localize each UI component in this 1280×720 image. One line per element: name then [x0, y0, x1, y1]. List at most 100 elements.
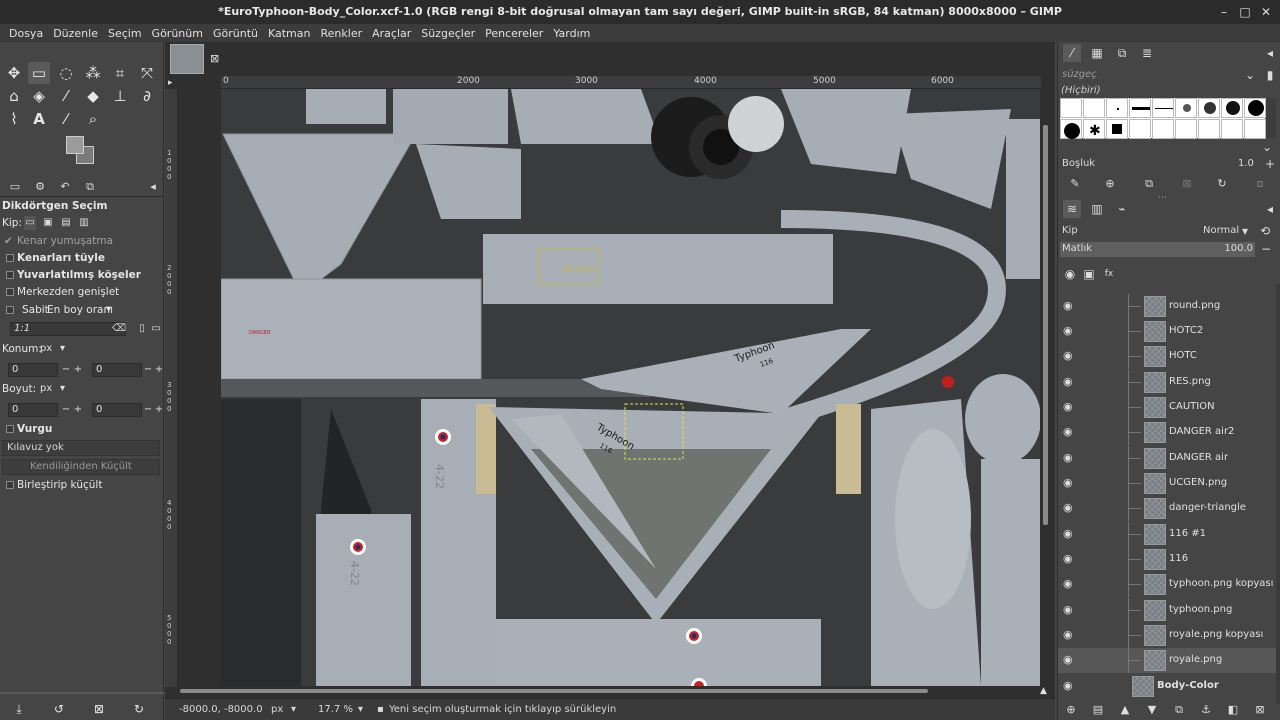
- menu-image[interactable]: Görüntü: [208, 27, 263, 40]
- edit-brush-icon[interactable]: ✎: [1066, 175, 1084, 193]
- navigate-icon[interactable]: ▲: [1040, 686, 1047, 696]
- mode-switch-icon[interactable]: ⟲: [1256, 222, 1274, 240]
- layer-row-selected[interactable]: ◉ royale.png: [1058, 648, 1276, 673]
- layer-row[interactable]: ◉ 116: [1058, 547, 1276, 572]
- new-brush-icon[interactable]: ⊕: [1101, 175, 1119, 193]
- paintbrush-icon[interactable]: ⁄: [55, 85, 77, 107]
- guides-dropdown[interactable]: Kılavuz yok: [2, 440, 160, 456]
- brush-item[interactable]: [1221, 119, 1243, 139]
- layer-row[interactable]: ◉ DANGER air2: [1058, 420, 1276, 445]
- brush-item[interactable]: [1083, 98, 1105, 118]
- paths-tab-icon[interactable]: ⌁: [1113, 200, 1131, 218]
- brush-item[interactable]: [1221, 98, 1243, 118]
- zoom-dropdown[interactable]: 17.7 %: [318, 704, 353, 715]
- mode-intersect-icon[interactable]: ▥: [78, 216, 90, 230]
- lock-icon[interactable]: ▣: [1080, 265, 1098, 283]
- lower-layer-icon[interactable]: ▼: [1143, 701, 1161, 719]
- ruler-corner-icon[interactable]: ▸: [168, 78, 178, 88]
- lasso-tool-icon[interactable]: ◌: [55, 62, 77, 84]
- brush-item[interactable]: [1152, 98, 1174, 118]
- images-tab-icon[interactable]: ⧉: [81, 179, 99, 195]
- expand-center-checkbox[interactable]: [6, 288, 14, 296]
- layer-group-row[interactable]: ◉ Body-Color: [1058, 674, 1276, 699]
- brush-item[interactable]: [1175, 98, 1197, 118]
- close-tab-icon[interactable]: ⊠: [210, 52, 219, 65]
- unit-dropdown[interactable]: px: [271, 704, 283, 715]
- refresh-brushes-icon[interactable]: ↻: [1213, 175, 1231, 193]
- size-h-field[interactable]: 0: [92, 403, 142, 417]
- chevron-down-icon[interactable]: ▾: [291, 704, 296, 715]
- ratio-field[interactable]: 1:1: [10, 322, 126, 336]
- plus-icon[interactable]: +: [72, 403, 84, 417]
- delete-brush-icon[interactable]: ⊠: [1178, 175, 1196, 193]
- opacity-slider[interactable]: Matlık 100.0: [1060, 242, 1255, 257]
- menu-edit[interactable]: Düzenle: [48, 27, 103, 40]
- rounded-checkbox[interactable]: [6, 271, 14, 279]
- smudge-tool-icon[interactable]: ∂: [136, 85, 158, 107]
- chevron-down-icon[interactable]: ⌄: [1241, 66, 1259, 84]
- plus-icon[interactable]: +: [153, 403, 165, 417]
- fx-icon[interactable]: fx: [1100, 265, 1118, 283]
- foreground-color-swatch[interactable]: [66, 136, 84, 154]
- delete-options-icon[interactable]: ⊠: [88, 698, 110, 720]
- crop-tool-icon[interactable]: ⌗: [109, 62, 131, 84]
- antialias-check-icon[interactable]: ✔: [4, 235, 13, 247]
- eye-icon[interactable]: ◉: [1063, 527, 1073, 540]
- transform-tool-icon[interactable]: ⤧: [136, 62, 158, 84]
- position-unit-dropdown[interactable]: px: [40, 342, 52, 356]
- zoom-tool-icon[interactable]: ⌕: [82, 108, 104, 130]
- channels-tab-icon[interactable]: ▥: [1088, 200, 1106, 218]
- clear-icon[interactable]: ⌫: [112, 322, 126, 336]
- eye-icon[interactable]: ◉: [1063, 400, 1073, 413]
- layer-row[interactable]: ◉ typhoon.png kopyası: [1058, 572, 1276, 597]
- patterns-tab-icon[interactable]: ▦: [1088, 44, 1106, 62]
- warp-tool-icon[interactable]: ⌂: [3, 85, 25, 107]
- eye-icon[interactable]: ◉: [1063, 324, 1073, 337]
- eye-icon[interactable]: ◉: [1061, 265, 1079, 283]
- layers-tab-icon[interactable]: ≋: [1063, 200, 1081, 218]
- delete-layer-icon[interactable]: ⊠: [1251, 701, 1269, 719]
- brushes-tab-icon[interactable]: ⁄: [1063, 44, 1081, 62]
- brush-item[interactable]: [1060, 98, 1082, 118]
- menu-file[interactable]: Dosya: [4, 27, 48, 40]
- eye-icon[interactable]: ◉: [1063, 501, 1073, 514]
- eye-icon[interactable]: ◉: [1063, 375, 1073, 388]
- new-layer-icon[interactable]: ⊕: [1062, 701, 1080, 719]
- brush-item[interactable]: [1198, 119, 1220, 139]
- horizontal-scrollbar[interactable]: [180, 688, 1040, 694]
- fuzzy-select-tool-icon[interactable]: ⁂: [82, 62, 104, 84]
- mask-layer-icon[interactable]: ◧: [1224, 701, 1242, 719]
- eye-icon[interactable]: ◉: [1063, 552, 1073, 565]
- menu-layer[interactable]: Katman: [263, 27, 316, 40]
- clone-tool-icon[interactable]: ⊥: [109, 85, 131, 107]
- chevron-down-icon[interactable]: ▾: [60, 342, 65, 356]
- spacing-value[interactable]: 1.0: [1238, 158, 1254, 169]
- brush-item[interactable]: [1175, 119, 1197, 139]
- device-status-tab-icon[interactable]: ⚙: [31, 179, 49, 195]
- tag-icon[interactable]: ▮: [1261, 66, 1279, 84]
- shrink-merged-checkbox[interactable]: [6, 481, 14, 489]
- eye-icon[interactable]: ◉: [1063, 603, 1073, 616]
- document-history-tab-icon[interactable]: ≣: [1138, 44, 1156, 62]
- eye-icon[interactable]: ◉: [1063, 299, 1073, 312]
- plus-icon[interactable]: +: [72, 363, 84, 377]
- layer-scrollbar[interactable]: [1276, 284, 1280, 704]
- tab-menu-icon[interactable]: ◂: [1261, 200, 1279, 218]
- eye-icon[interactable]: ◉: [1063, 451, 1073, 464]
- fonts-tab-icon[interactable]: ⧉: [1113, 44, 1131, 62]
- position-y-field[interactable]: 0: [92, 363, 142, 377]
- bucket-fill-icon[interactable]: ◈: [28, 85, 50, 107]
- menu-select[interactable]: Seçim: [103, 27, 147, 40]
- menu-view[interactable]: Görünüm: [147, 27, 208, 40]
- anchor-layer-icon[interactable]: ⚓: [1197, 701, 1215, 719]
- fixed-mode-dropdown[interactable]: En boy oranı: [47, 304, 113, 316]
- landscape-icon[interactable]: ▭: [150, 322, 162, 336]
- text-tool-icon[interactable]: A: [28, 108, 50, 130]
- auto-shrink-button[interactable]: Kendiliğinden Küçült: [2, 459, 160, 475]
- chevron-down-icon[interactable]: ▾: [60, 382, 65, 396]
- close-icon[interactable]: ✕: [1258, 4, 1274, 20]
- image-canvas[interactable]: Typhoon 116 Typhoon 116 RESCUE DANGER 4-…: [221, 89, 1040, 686]
- undo-history-tab-icon[interactable]: ↶: [56, 179, 74, 195]
- reset-options-icon[interactable]: ↻: [128, 698, 150, 720]
- minimize-icon[interactable]: –: [1216, 4, 1232, 20]
